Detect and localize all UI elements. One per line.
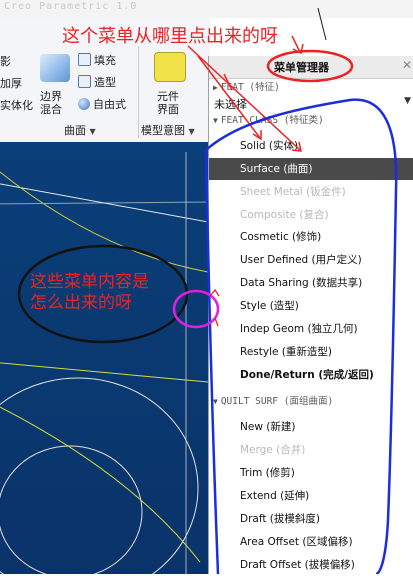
menu-item-extend[interactable]: Extend (延伸): [209, 485, 413, 507]
menu-item-style[interactable]: Style (造型): [209, 295, 413, 317]
menu-item-trim[interactable]: Trim (修剪): [209, 462, 413, 484]
group-surface-label[interactable]: 曲面 ▼: [64, 122, 96, 138]
component-interface-button[interactable]: 元件 界面: [157, 90, 179, 116]
ribbon-item-shadow[interactable]: 影: [0, 53, 11, 69]
menu-item-indep-geom[interactable]: Indep Geom (独立几何): [209, 318, 413, 340]
freestyle-button[interactable]: 自由式: [78, 96, 126, 112]
feat-header[interactable]: ▶ FEAT (特征): [209, 79, 413, 95]
annotation-red-arrow-title: [291, 35, 301, 53]
collapse-triangle-icon: ▼: [213, 397, 218, 406]
graphics-area[interactable]: [0, 142, 208, 574]
menu-manager-titlebar: 菜单管理器 ✕: [209, 56, 413, 79]
ribbon-separator: [138, 46, 139, 138]
fill-icon: [78, 53, 91, 66]
menu-item-data-sharing[interactable]: Data Sharing (数据共享): [209, 272, 413, 294]
menu-item-solid[interactable]: Solid (实体): [209, 135, 413, 157]
menu-manager-title: 菜单管理器: [274, 61, 329, 74]
menu-item-sheet-metal: Sheet Metal (钣金件): [240, 186, 346, 198]
app-title: Creo Parametric 1.0: [4, 1, 138, 12]
quilt-surf-header[interactable]: ▼ QUILT SURF (面组曲面): [209, 393, 413, 409]
featclass-header[interactable]: ▼ FEAT CLASS (特征类): [209, 112, 413, 128]
menu-item-done-return[interactable]: Done/Return (完成/返回): [209, 364, 413, 386]
model-geometry: [0, 152, 208, 574]
menu-item-user-defined[interactable]: User Defined (用户定义): [209, 249, 413, 271]
annotation-question-mid: 这些菜单内容是 怎么出来的呀: [30, 272, 149, 313]
component-interface-icon[interactable]: [154, 52, 186, 82]
boundary-blend-icon[interactable]: [40, 54, 70, 82]
menu-item-composite: Composite (复合): [240, 209, 329, 221]
collapse-triangle-icon: ▼: [213, 116, 218, 125]
fill-button[interactable]: 填充: [78, 52, 116, 68]
style-icon: [78, 75, 91, 88]
group-model-intent-label[interactable]: 模型意图 ▼: [141, 122, 195, 138]
menu-item-cosmetic[interactable]: Cosmetic (修饰): [209, 226, 413, 248]
annotation-question-top: 这个菜单从哪里点出来的呀: [62, 26, 278, 47]
menu-item-draft[interactable]: Draft (拔模斜度): [209, 508, 413, 530]
menu-item-draft-offset[interactable]: Draft Offset (拔模偏移): [209, 554, 413, 576]
menu-item-restyle[interactable]: Restyle (重新造型): [209, 341, 413, 363]
boundary-blend-button[interactable]: 边界 混合: [40, 90, 62, 116]
title-bar: Creo Parametric 1.0: [0, 0, 413, 18]
ribbon-item-solidify[interactable]: 实体化: [0, 97, 33, 113]
menu-item-new[interactable]: New (新建): [209, 416, 413, 438]
menu-manager-panel: 菜单管理器 ✕ ▶ FEAT (特征) 未选择 ▼ ▼ FEAT CLASS (特征…: [208, 56, 413, 574]
chevron-down-icon: ▼: [404, 96, 411, 106]
freestyle-icon: [78, 98, 90, 110]
menu-item-area-offset[interactable]: Area Offset (区域偏移): [209, 531, 413, 553]
menu-item-surface[interactable]: Surface (曲面): [209, 158, 413, 180]
ribbon-item-thicken[interactable]: 加厚: [0, 75, 22, 91]
menu-item-merge: Merge (合并): [240, 444, 306, 456]
expand-triangle-icon: ▶: [213, 83, 218, 92]
selection-dropdown[interactable]: 未选择 ▼: [209, 94, 413, 112]
close-icon[interactable]: ✕: [402, 58, 412, 72]
style-button[interactable]: 造型: [78, 74, 116, 90]
